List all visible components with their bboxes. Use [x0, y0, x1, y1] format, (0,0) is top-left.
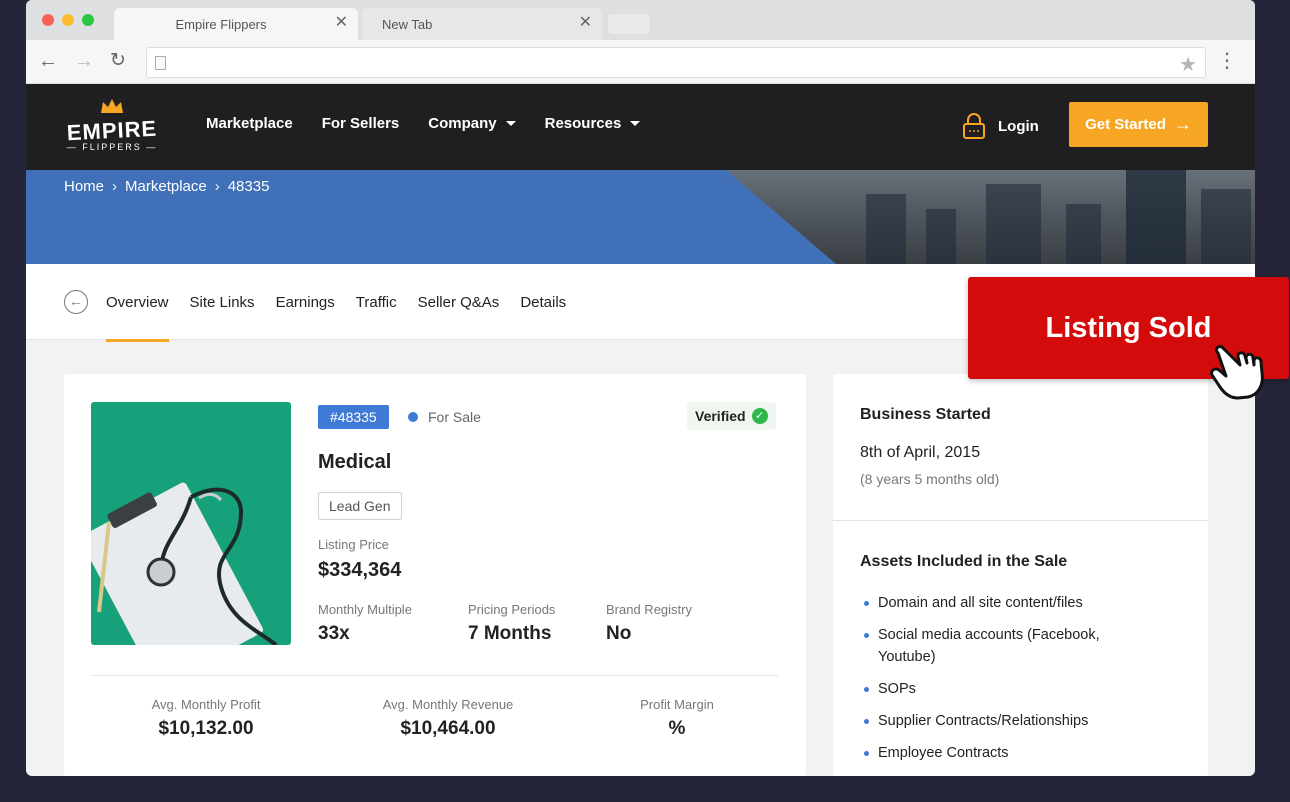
business-age: (8 years 5 months old)	[860, 471, 1000, 487]
back-arrow-icon[interactable]: ←	[38, 50, 58, 72]
breadcrumb: Home › Marketplace › 48335	[64, 178, 269, 195]
tab-overview[interactable]: Overview	[106, 294, 169, 342]
minimize-window-button[interactable]	[62, 14, 74, 26]
city-skyline-image	[726, 170, 1255, 264]
crown-icon	[101, 99, 123, 113]
monetization-tag: Lead Gen	[318, 492, 402, 520]
stat-profit-margin: Profit Margin %	[640, 697, 714, 739]
business-started-title: Business Started	[860, 406, 991, 423]
breadcrumb-home[interactable]: Home	[64, 178, 104, 195]
close-tab-icon[interactable]: ✕	[335, 14, 348, 32]
lock-icon	[963, 113, 985, 139]
forward-arrow-icon[interactable]: →	[74, 50, 94, 72]
breadcrumb-separator: ›	[112, 178, 118, 195]
verified-label: Verified	[695, 408, 746, 424]
metric-monthly-multiple: Monthly Multiple 33x	[318, 602, 412, 644]
breadcrumb-listing-id: 48335	[227, 178, 270, 195]
login-label: Login	[998, 117, 1039, 135]
get-started-button[interactable]: Get Started →	[1069, 102, 1208, 147]
hero-banner: Home › Marketplace › 48335	[26, 170, 1255, 264]
main-nav: Marketplace For Sellers Company Resource…	[206, 115, 669, 132]
bookmark-star-icon[interactable]: ★	[1179, 52, 1197, 77]
assets-list: Domain and all site content/files Social…	[860, 592, 1160, 774]
listing-price-value: $334,364	[318, 559, 402, 581]
close-window-button[interactable]	[42, 14, 54, 26]
get-started-label: Get Started	[1085, 116, 1166, 133]
nav-for-sellers[interactable]: For Sellers	[322, 115, 400, 132]
tab-title: Empire Flippers	[175, 17, 267, 32]
breadcrumb-separator: ›	[214, 178, 220, 195]
listing-status: For Sale	[408, 409, 481, 425]
business-started-date: 8th of April, 2015	[860, 444, 981, 461]
metric-brand-registry: Brand Registry No	[606, 602, 692, 644]
empire-flippers-logo[interactable]: EMPIRE — FLIPPERS —	[62, 98, 162, 158]
listing-price-label: Listing Price	[318, 537, 389, 552]
listing-id-badge: #48335	[318, 405, 389, 429]
browser-menu-icon[interactable]: ⋮	[1217, 50, 1237, 72]
nav-resources[interactable]: Resources	[545, 115, 641, 132]
tab-seller-qas[interactable]: Seller Q&As	[418, 294, 500, 311]
listing-niche: Medical	[318, 451, 392, 473]
tab-site-links[interactable]: Site Links	[190, 294, 255, 311]
caret-down-icon	[630, 121, 641, 126]
pointing-hand-cursor-icon	[1210, 345, 1264, 400]
tab-details[interactable]: Details	[520, 294, 566, 311]
check-circle-icon: ✓	[751, 408, 768, 424]
stat-avg-monthly-profit: Avg. Monthly Profit $10,132.00	[151, 697, 261, 739]
card-divider	[91, 675, 778, 676]
list-item: Domain and all site content/files	[860, 592, 1160, 614]
list-item: Employee Contracts	[860, 742, 1160, 764]
logo-subtext: — FLIPPERS —	[66, 142, 158, 152]
browser-tab-empire-flippers[interactable]: Empire Flippers ✕	[114, 8, 358, 40]
stethoscope-clipboard-image	[91, 482, 278, 645]
tab-earnings[interactable]: Earnings	[276, 294, 335, 311]
listing-card: #48335 For Sale Verified ✓ Medical Lead …	[64, 374, 806, 776]
browser-window: Empire Flippers ✕ New Tab ✕ ← → ↻ ★ ⋮ EM…	[26, 0, 1255, 776]
tab-traffic[interactable]: Traffic	[356, 294, 397, 311]
list-item: SOPs	[860, 678, 1160, 700]
list-item: Social media accounts (Facebook, Youtube…	[860, 624, 1160, 668]
nav-marketplace[interactable]: Marketplace	[206, 115, 293, 132]
caret-down-icon	[505, 121, 516, 126]
browser-toolbar: ← → ↻ ★ ⋮	[26, 40, 1255, 84]
list-item: Supplier Contracts/Relationships	[860, 710, 1160, 732]
status-dot-icon	[408, 412, 418, 422]
close-tab-icon[interactable]: ✕	[579, 14, 592, 32]
tab-title: New Tab	[382, 17, 433, 32]
nav-company[interactable]: Company	[428, 115, 516, 132]
back-circle-icon[interactable]: ←	[64, 290, 88, 314]
card-divider	[833, 520, 1208, 521]
browser-tab-new-tab[interactable]: New Tab ✕	[362, 8, 602, 40]
arrow-right-icon: →	[1173, 114, 1192, 134]
page-icon	[155, 56, 166, 70]
stat-avg-monthly-revenue: Avg. Monthly Revenue $10,464.00	[382, 697, 514, 739]
address-bar[interactable]: ★	[146, 47, 1206, 78]
listing-thumbnail	[91, 402, 291, 645]
reload-icon[interactable]: ↻	[110, 50, 126, 72]
breadcrumb-marketplace[interactable]: Marketplace	[125, 178, 207, 195]
verified-badge: Verified ✓	[687, 402, 776, 430]
assets-title: Assets Included in the Sale	[860, 553, 1068, 570]
listing-tabs: Overview Site Links Earnings Traffic Sel…	[106, 294, 587, 342]
browser-tab-bar: Empire Flippers ✕ New Tab ✕	[26, 0, 1255, 40]
login-link[interactable]: Login	[962, 112, 1039, 140]
status-label: For Sale	[428, 409, 481, 425]
maximize-window-button[interactable]	[82, 14, 94, 26]
site-header: EMPIRE — FLIPPERS — Marketplace For Sell…	[26, 84, 1255, 170]
business-info-card: Business Started 8th of April, 2015 (8 y…	[833, 374, 1208, 776]
metric-pricing-periods: Pricing Periods 7 Months	[468, 602, 556, 644]
new-tab-button[interactable]	[608, 14, 650, 34]
